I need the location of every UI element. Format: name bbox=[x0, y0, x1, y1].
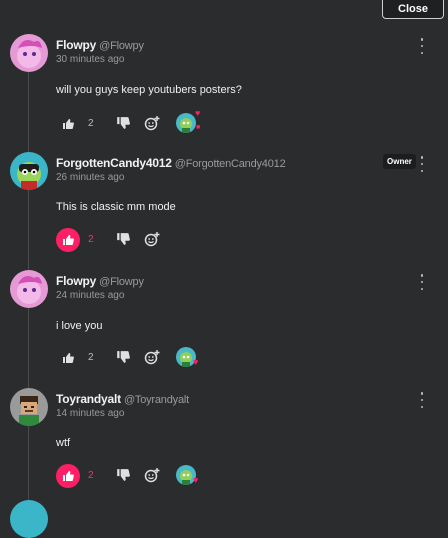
thumbs-up-icon bbox=[63, 235, 74, 245]
comment-3: Flowpy @Flowpy 24 minutes ago i love you … bbox=[0, 270, 448, 380]
comment-author[interactable]: Flowpy @Flowpy bbox=[56, 274, 144, 288]
like-button[interactable] bbox=[56, 112, 80, 136]
comment-text: This is classic mm mode bbox=[56, 201, 176, 213]
comment-text: i love you bbox=[56, 320, 103, 332]
like-button[interactable] bbox=[56, 346, 80, 370]
comment-author[interactable]: Toyrandyalt @Toyrandyalt bbox=[56, 392, 189, 406]
avatar-toyrandyalt[interactable] bbox=[10, 388, 48, 426]
thumbs-down-icon[interactable] bbox=[116, 350, 130, 364]
comment-handle: @Toyrandyalt bbox=[123, 394, 189, 406]
close-button[interactable]: Close bbox=[382, 0, 444, 19]
owner-badge: Owner bbox=[383, 154, 416, 169]
like-count: 2 bbox=[88, 352, 94, 363]
comment-actions: 2 bbox=[56, 228, 256, 252]
more-options-icon[interactable] bbox=[418, 274, 426, 290]
add-reaction-icon[interactable] bbox=[144, 231, 160, 247]
avatar-next-comment[interactable] bbox=[10, 500, 48, 538]
comment-4: Toyrandyalt @Toyrandyalt 14 minutes ago w… bbox=[0, 388, 448, 498]
comment-2: ForgottenCandy4012 @ForgottenCandy4012 26… bbox=[0, 152, 448, 262]
heart-icon: ♥ bbox=[193, 475, 199, 485]
like-count: 2 bbox=[88, 234, 94, 245]
reaction-avatar[interactable]: ♥ bbox=[175, 463, 201, 489]
comment-actions: 2 ♥ ■ bbox=[56, 108, 256, 137]
comment-handle: @ForgottenCandy4012 bbox=[174, 158, 286, 170]
avatar-flowpy[interactable] bbox=[10, 270, 48, 308]
heart-icon: ♥ bbox=[195, 108, 201, 118]
more-options-icon[interactable] bbox=[418, 392, 426, 408]
comment-handle: @Flowpy bbox=[99, 40, 144, 52]
add-reaction-icon[interactable] bbox=[144, 115, 160, 131]
thumbs-up-icon bbox=[63, 353, 74, 363]
avatar-flowpy[interactable] bbox=[10, 34, 48, 72]
more-options-icon[interactable] bbox=[418, 38, 426, 54]
add-reaction-icon[interactable] bbox=[144, 467, 160, 483]
comment-actions: 2 ♥ bbox=[56, 346, 256, 370]
thumbs-down-icon[interactable] bbox=[116, 232, 130, 246]
comment-time: 30 minutes ago bbox=[56, 54, 125, 65]
like-button[interactable] bbox=[56, 228, 80, 252]
comment-author[interactable]: ForgottenCandy4012 @ForgottenCandy4012 bbox=[56, 156, 286, 170]
like-count: 2 bbox=[88, 118, 94, 129]
comment-handle: @Flowpy bbox=[99, 276, 144, 288]
heart-icon: ♥ bbox=[193, 357, 199, 367]
heart-icon: ■ bbox=[196, 124, 201, 131]
comment-time: 14 minutes ago bbox=[56, 408, 125, 419]
thumbs-up-icon bbox=[63, 471, 74, 481]
reaction-avatar[interactable]: ♥ ■ bbox=[175, 108, 201, 137]
comment-text: will you guys keep youtubers posters? bbox=[56, 84, 242, 96]
comment-time: 24 minutes ago bbox=[56, 290, 125, 301]
more-options-icon[interactable] bbox=[418, 156, 426, 172]
reaction-avatar[interactable]: ♥ bbox=[175, 345, 201, 371]
add-reaction-icon[interactable] bbox=[144, 349, 160, 365]
comment-1: Flowpy @Flowpy 30 minutes ago will you gu… bbox=[0, 34, 448, 144]
like-button[interactable] bbox=[56, 464, 80, 488]
comment-actions: 2 ♥ bbox=[56, 464, 256, 488]
avatar-forgottencandy[interactable] bbox=[10, 152, 48, 190]
thumbs-down-icon[interactable] bbox=[116, 116, 130, 130]
thumbs-down-icon[interactable] bbox=[116, 468, 130, 482]
comment-text: wtf bbox=[56, 437, 71, 449]
comment-author[interactable]: Flowpy @Flowpy bbox=[56, 38, 144, 52]
like-count: 2 bbox=[88, 470, 94, 481]
thumbs-up-icon bbox=[63, 119, 74, 129]
comment-time: 26 minutes ago bbox=[56, 172, 125, 183]
